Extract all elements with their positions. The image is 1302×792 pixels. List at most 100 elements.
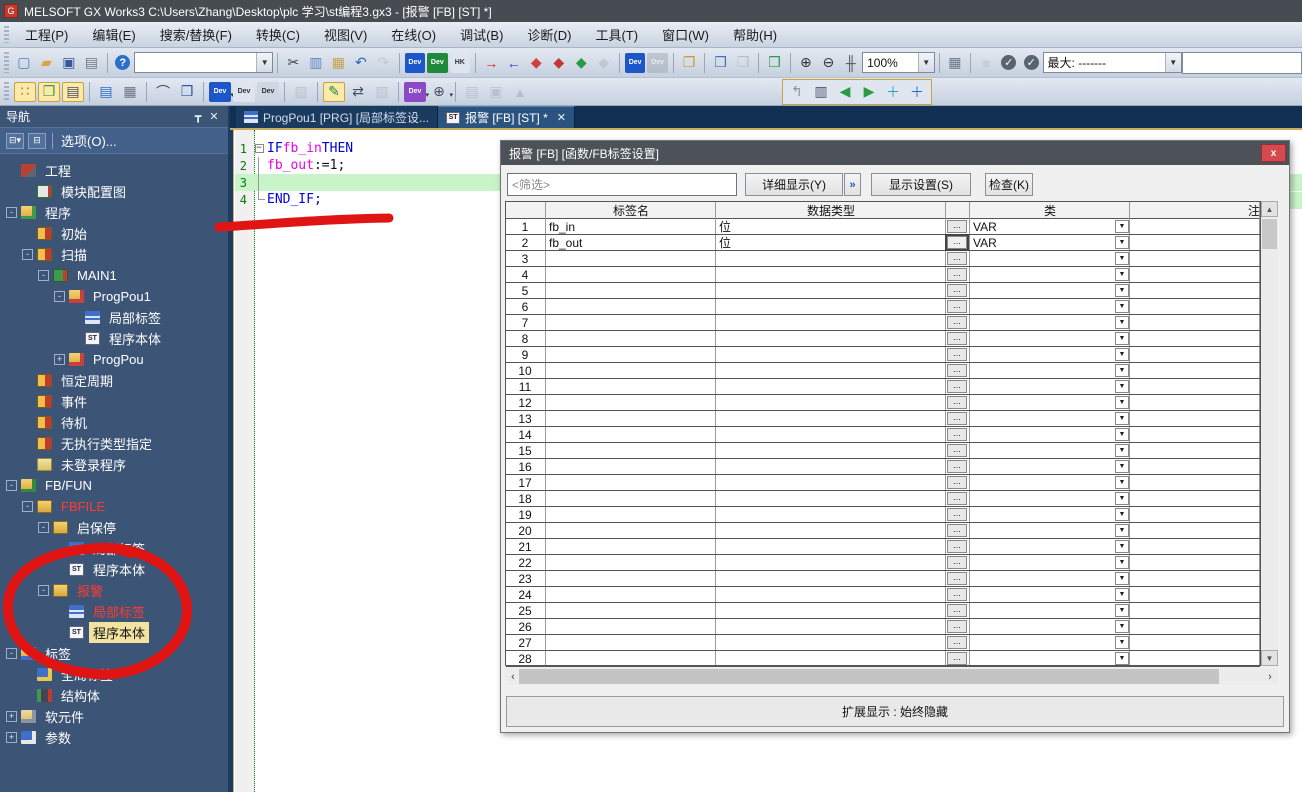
module-window-icon[interactable]: ❒ <box>38 82 60 102</box>
detail-dots-button[interactable]: ... <box>947 236 967 249</box>
tree-expander-icon[interactable]: + <box>6 732 17 743</box>
table-row[interactable]: 28...▼ <box>506 651 1260 667</box>
menu-item-5[interactable]: 视图(V) <box>312 21 379 48</box>
row-number-cell[interactable]: 14 <box>506 427 544 442</box>
class-cell[interactable] <box>970 251 1128 266</box>
class-dropdown-icon[interactable]: ▼ <box>1115 220 1129 233</box>
label-name-cell[interactable] <box>546 411 714 426</box>
row-number-cell[interactable]: 13 <box>506 411 544 426</box>
sidebar-item-22[interactable]: 局部标签 <box>0 601 228 622</box>
insert-row-icon[interactable]: ＋ <box>882 82 904 102</box>
class-cell[interactable] <box>970 619 1128 634</box>
table-row[interactable]: 21...▼ <box>506 539 1260 555</box>
detail-dots-button[interactable]: ... <box>947 300 967 313</box>
table-row[interactable]: 26...▼ <box>506 619 1260 635</box>
data-type-cell[interactable] <box>716 299 944 314</box>
sidebar-item-13[interactable]: 待机 <box>0 412 228 433</box>
class-cell[interactable] <box>970 363 1128 378</box>
label-name-cell[interactable] <box>546 347 714 362</box>
detail-dots-button[interactable]: ... <box>947 556 967 569</box>
row-number-cell[interactable]: 11 <box>506 379 544 394</box>
label-name-cell[interactable] <box>546 267 714 282</box>
jump-prev-icon[interactable]: ← <box>503 53 524 73</box>
grid-view-icon[interactable]: ▦ <box>119 82 141 102</box>
undo-icon[interactable]: ↶ <box>351 53 372 73</box>
detail-dots-button[interactable]: ... <box>947 508 967 521</box>
scroll-down-icon[interactable]: ▼ <box>1261 650 1278 666</box>
scrollbar-thumb-h[interactable] <box>519 669 1219 684</box>
class-dropdown-icon[interactable]: ▼ <box>1115 380 1129 393</box>
class-dropdown-icon[interactable]: ▼ <box>1115 492 1129 505</box>
table-row[interactable]: 27...▼ <box>506 635 1260 651</box>
data-type-cell[interactable] <box>716 283 944 298</box>
class-cell[interactable] <box>970 523 1128 538</box>
tree-expander-icon[interactable]: - <box>54 291 65 302</box>
class-dropdown-icon[interactable]: ▼ <box>1115 332 1129 345</box>
class-dropdown-icon[interactable]: ▼ <box>1115 364 1129 377</box>
row-number-cell[interactable]: 1 <box>506 219 544 234</box>
label-name-cell[interactable] <box>546 571 714 586</box>
display-setting-button[interactable]: 显示设置(S) <box>871 173 971 196</box>
sidebar-item-15[interactable]: 未登录程序 <box>0 454 228 475</box>
zoom-in-icon[interactable]: ⊕ <box>796 53 817 73</box>
class-cell[interactable] <box>970 459 1128 474</box>
detail-dots-button[interactable]: ... <box>947 380 967 393</box>
label-name-cell[interactable] <box>546 587 714 602</box>
device-monitor-icon[interactable]: Dev <box>427 53 448 73</box>
row-number-cell[interactable]: 18 <box>506 491 544 506</box>
row-number-cell[interactable]: 17 <box>506 475 544 490</box>
tree-expander-icon[interactable]: - <box>22 249 33 260</box>
menu-item-3[interactable]: 搜索/替换(F) <box>148 21 244 48</box>
table-row[interactable]: 20...▼ <box>506 523 1260 539</box>
max-combo[interactable]: 最大: -------▼ <box>1043 52 1182 73</box>
device-assign-icon[interactable]: Dev <box>625 53 646 73</box>
vertical-scrollbar[interactable]: ▲ ▼ <box>1261 201 1278 666</box>
data-type-cell[interactable] <box>716 555 944 570</box>
class-dropdown-icon[interactable]: ▼ <box>1115 604 1129 617</box>
tree-expander-icon[interactable]: - <box>6 480 17 491</box>
class-cell[interactable]: VAR <box>970 235 1128 250</box>
detail-dots-button[interactable]: ... <box>947 396 967 409</box>
table-row[interactable]: 13...▼ <box>506 411 1260 427</box>
table-row[interactable]: 15...▼ <box>506 443 1260 459</box>
sidebar-item-12[interactable]: 事件 <box>0 391 228 412</box>
label-name-cell[interactable] <box>546 635 714 650</box>
data-type-cell[interactable] <box>716 603 944 618</box>
table-row[interactable]: 9...▼ <box>506 347 1260 363</box>
table-row[interactable]: 25...▼ <box>506 603 1260 619</box>
find-prev-green-icon[interactable]: ◀ <box>834 82 856 102</box>
class-cell[interactable] <box>970 555 1128 570</box>
io-check-icon[interactable]: ⇄ <box>347 82 369 102</box>
class-dropdown-icon[interactable]: ▼ <box>1115 316 1129 329</box>
table-row[interactable]: 10...▼ <box>506 363 1260 379</box>
row-number-cell[interactable]: 16 <box>506 459 544 474</box>
row-number-cell[interactable]: 5 <box>506 283 544 298</box>
label-name-cell[interactable] <box>546 475 714 490</box>
window-find-icon[interactable]: ❒ <box>176 82 198 102</box>
data-type-cell[interactable] <box>716 571 944 586</box>
data-type-cell[interactable] <box>716 507 944 522</box>
edit-mode-icon[interactable]: ✎ <box>323 82 345 102</box>
scroll-right-icon[interactable]: › <box>1262 668 1278 685</box>
row-number-cell[interactable]: 23 <box>506 571 544 586</box>
row-number-cell[interactable]: 19 <box>506 507 544 522</box>
sidebar-item-5[interactable]: -扫描 <box>0 244 228 265</box>
window-jump-icon[interactable]: ❒ <box>679 53 700 73</box>
label-name-cell[interactable] <box>546 283 714 298</box>
detail-display-button[interactable]: 详细显示(Y) <box>745 173 843 196</box>
data-type-cell[interactable] <box>716 491 944 506</box>
nav-options-button[interactable]: 选项(O)... <box>61 131 117 150</box>
sidebar-item-2[interactable]: 模块配置图 <box>0 181 228 202</box>
scrollbar-thumb[interactable] <box>1262 219 1277 249</box>
class-cell[interactable]: VAR <box>970 219 1128 234</box>
table-row[interactable]: 22...▼ <box>506 555 1260 571</box>
detail-dots-button[interactable]: ... <box>947 284 967 297</box>
class-dropdown-icon[interactable]: ▼ <box>1115 636 1129 649</box>
detail-dots-button[interactable]: ... <box>947 412 967 425</box>
detail-dots-button[interactable]: ... <box>947 252 967 265</box>
sidebar-item-6[interactable]: -MAIN1 <box>0 265 228 286</box>
sidebar-item-21[interactable]: -报警 <box>0 580 228 601</box>
label-name-cell[interactable] <box>546 555 714 570</box>
zoom-out-icon[interactable]: ⊖ <box>818 53 839 73</box>
class-dropdown-icon[interactable]: ▼ <box>1115 540 1129 553</box>
